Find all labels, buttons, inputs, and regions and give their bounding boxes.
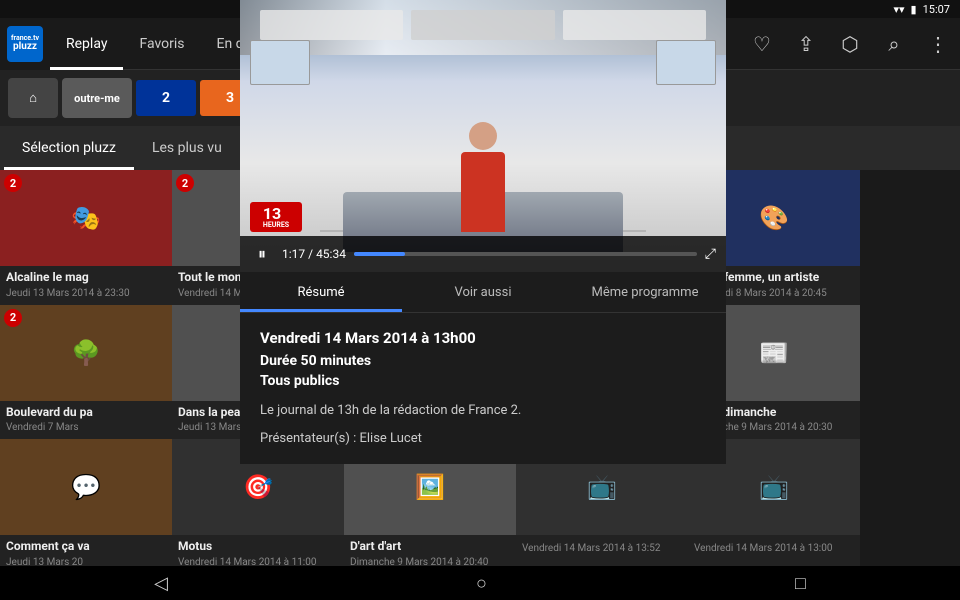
back-button[interactable]: ◁ (154, 573, 168, 594)
cast2-button[interactable]: ⬡ (828, 18, 872, 70)
tab-resume[interactable]: Résumé (240, 272, 402, 312)
channel-badge: 2 (176, 174, 194, 192)
thumb-date: Vendredi 14 Mars 2014 à 13:52 (522, 543, 682, 554)
list-item[interactable]: 🌳 2 Boulevard du pa Vendredi 7 Mars (0, 305, 172, 440)
info-datetime: Vendredi 14 Mars 2014 à 13h00 (260, 329, 706, 347)
channel-badge: 2 (4, 174, 22, 192)
channel-home[interactable]: ⌂ (8, 78, 58, 118)
tab-meme-programme[interactable]: Même programme (564, 272, 726, 312)
list-item[interactable]: 🎭 2 Alcaline le mag Jeudi 13 Mars 2014 à… (0, 170, 172, 305)
recent-apps-button[interactable]: □ (795, 573, 806, 594)
progress-fill (354, 252, 405, 256)
system-bar: ◁ ○ □ (0, 566, 960, 600)
home-button[interactable]: ○ (476, 573, 487, 594)
nav-tab-replay[interactable]: Replay (50, 18, 123, 70)
info-duration: Durée 50 minutes (260, 353, 706, 369)
channel-badge: 2 (4, 309, 22, 327)
info-presenter: Présentateur(s) : Elise Lucet (260, 429, 706, 449)
thumb-date: Jeudi 13 Mars 2014 à 23:30 (6, 288, 166, 299)
status-time: 15:07 (923, 3, 950, 16)
nav-tab-favoris[interactable]: Favoris (123, 18, 200, 70)
thumb-title: D'art d'art (350, 539, 510, 555)
search-button[interactable]: ⌕ (872, 18, 916, 70)
wifi-icon: ▾▾ (893, 3, 904, 16)
thumb-date: Jeudi 13 Mars 20 (6, 557, 166, 566)
info-tabs: Résumé Voir aussi Même programme (240, 272, 726, 313)
list-item[interactable]: 💬 Comment ça va Jeudi 13 Mars 20 (0, 439, 172, 566)
thumb-title: Comment ça va (6, 539, 166, 555)
fullscreen-button[interactable]: ⤢ (705, 246, 716, 262)
thumb-title: Boulevard du pa (6, 405, 166, 421)
info-content: Vendredi 14 Mars 2014 à 13h00 Durée 50 m… (240, 313, 726, 464)
channel-outremer[interactable]: outre-me (62, 78, 132, 118)
app-logo[interactable]: france.tv pluzz (0, 18, 50, 70)
thumb-title: Alcaline le mag (6, 270, 166, 286)
info-panel: Résumé Voir aussi Même programme Vendred… (240, 272, 726, 464)
progress-bar[interactable] (354, 252, 697, 256)
favorites-button[interactable]: ♡ (740, 18, 784, 70)
info-description: Le journal de 13h de la rédaction de Fra… (260, 401, 706, 421)
thumb-date: Vendredi 14 Mars 2014 à 11:00 (178, 557, 338, 566)
pause-button[interactable]: ⏸ (250, 244, 274, 264)
channel-watermark: 13 HEURES (250, 202, 302, 232)
thumb-date: Dimanche 9 Mars 2014 à 20:40 (350, 557, 510, 566)
thumb-title: Motus (178, 539, 338, 555)
video-panel: 13 HEURES ⏸ 1:17 / 45:34 ⤢ Résumé Voir a (240, 0, 726, 464)
video-screen[interactable]: 13 HEURES ⏸ 1:17 / 45:34 ⤢ (240, 0, 726, 272)
thumb-date: Vendredi 7 Mars (6, 422, 166, 433)
sub-tab-selection[interactable]: Sélection pluzz (4, 126, 134, 170)
current-time: 1:17 / 45:34 (282, 247, 346, 261)
info-audience: Tous publics (260, 373, 706, 389)
more-button[interactable]: ⋮ (916, 18, 960, 70)
battery-icon: ▮ (911, 3, 917, 16)
sub-tab-plusvus[interactable]: Les plus vu (134, 126, 240, 170)
thumb-date: Vendredi 14 Mars 2014 à 13:00 (694, 543, 854, 554)
video-controls: ⏸ 1:17 / 45:34 ⤢ (240, 236, 726, 272)
tab-voir-aussi[interactable]: Voir aussi (402, 272, 564, 312)
channel-f2[interactable]: 2 (136, 80, 196, 116)
share-button[interactable]: ⇪ (784, 18, 828, 70)
